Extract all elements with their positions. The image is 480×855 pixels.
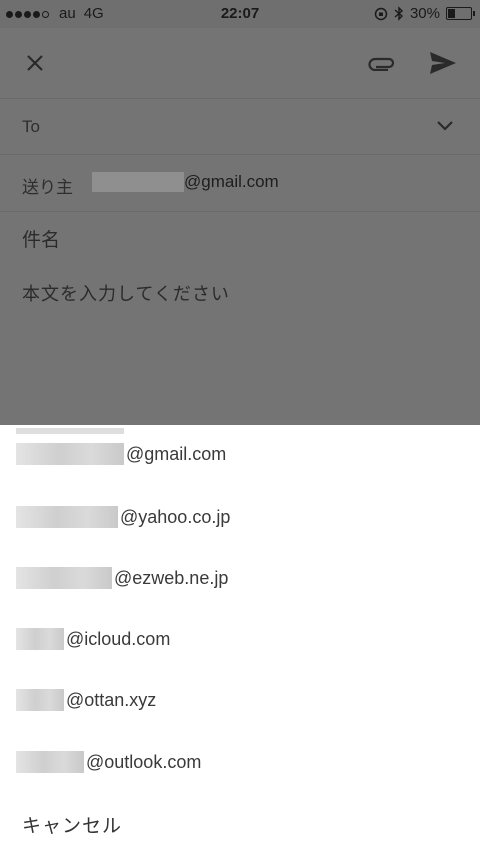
account-option[interactable]: @gmail.com xyxy=(16,443,226,465)
account-picker-sheet: @gmail.com @yahoo.co.jp @ezweb.ne.jp @ic… xyxy=(0,425,480,855)
status-right: 30% xyxy=(374,5,475,22)
chevron-down-icon[interactable] xyxy=(436,120,454,132)
send-icon xyxy=(430,52,456,74)
redacted-username xyxy=(16,443,124,465)
redacted-username xyxy=(16,751,84,773)
account-option[interactable]: @ottan.xyz xyxy=(16,689,156,711)
redacted-username xyxy=(16,506,118,528)
from-email[interactable]: @gmail.com xyxy=(92,172,279,192)
compose-screen: To 送り主 @gmail.com 件名 本文を入力してください xyxy=(0,28,480,425)
subject-field[interactable]: 件名 xyxy=(22,225,60,252)
account-option[interactable]: @outlook.com xyxy=(16,751,201,773)
account-domain: @ezweb.ne.jp xyxy=(114,567,229,588)
close-icon xyxy=(27,55,43,71)
account-domain: @icloud.com xyxy=(66,628,171,649)
battery-percent: 30% xyxy=(409,5,440,22)
body-field[interactable]: 本文を入力してください xyxy=(22,280,230,306)
compose-toolbar xyxy=(0,28,480,99)
rotation-lock-icon xyxy=(374,7,388,20)
account-option[interactable]: @ezweb.ne.jp xyxy=(16,567,228,589)
to-label: To xyxy=(22,117,40,136)
account-domain: @yahoo.co.jp xyxy=(120,506,231,527)
account-option[interactable]: @icloud.com xyxy=(16,628,170,650)
account-domain: @outlook.com xyxy=(86,751,202,772)
redacted-block xyxy=(16,428,124,434)
account-domain: @ottan.xyz xyxy=(66,689,157,710)
bluetooth-icon xyxy=(394,6,403,21)
account-domain: @gmail.com xyxy=(126,443,227,464)
attach-button[interactable] xyxy=(366,48,398,78)
redacted-username xyxy=(16,567,112,589)
redacted-username xyxy=(92,172,184,192)
from-row[interactable]: 送り主 @gmail.com xyxy=(0,154,480,212)
send-button[interactable] xyxy=(426,46,460,80)
from-label: 送り主 xyxy=(22,178,73,197)
redacted-username xyxy=(16,689,64,711)
status-bar: au 4G 22:07 30% xyxy=(0,0,480,28)
close-button[interactable] xyxy=(20,48,50,78)
to-row[interactable]: To xyxy=(0,98,480,155)
account-option[interactable]: @yahoo.co.jp xyxy=(16,506,230,528)
from-email-domain: @gmail.com xyxy=(184,172,279,191)
battery-icon xyxy=(446,7,475,20)
attachment-icon xyxy=(368,57,395,71)
redacted-username xyxy=(16,628,64,650)
cancel-button[interactable]: キャンセル xyxy=(22,811,122,838)
